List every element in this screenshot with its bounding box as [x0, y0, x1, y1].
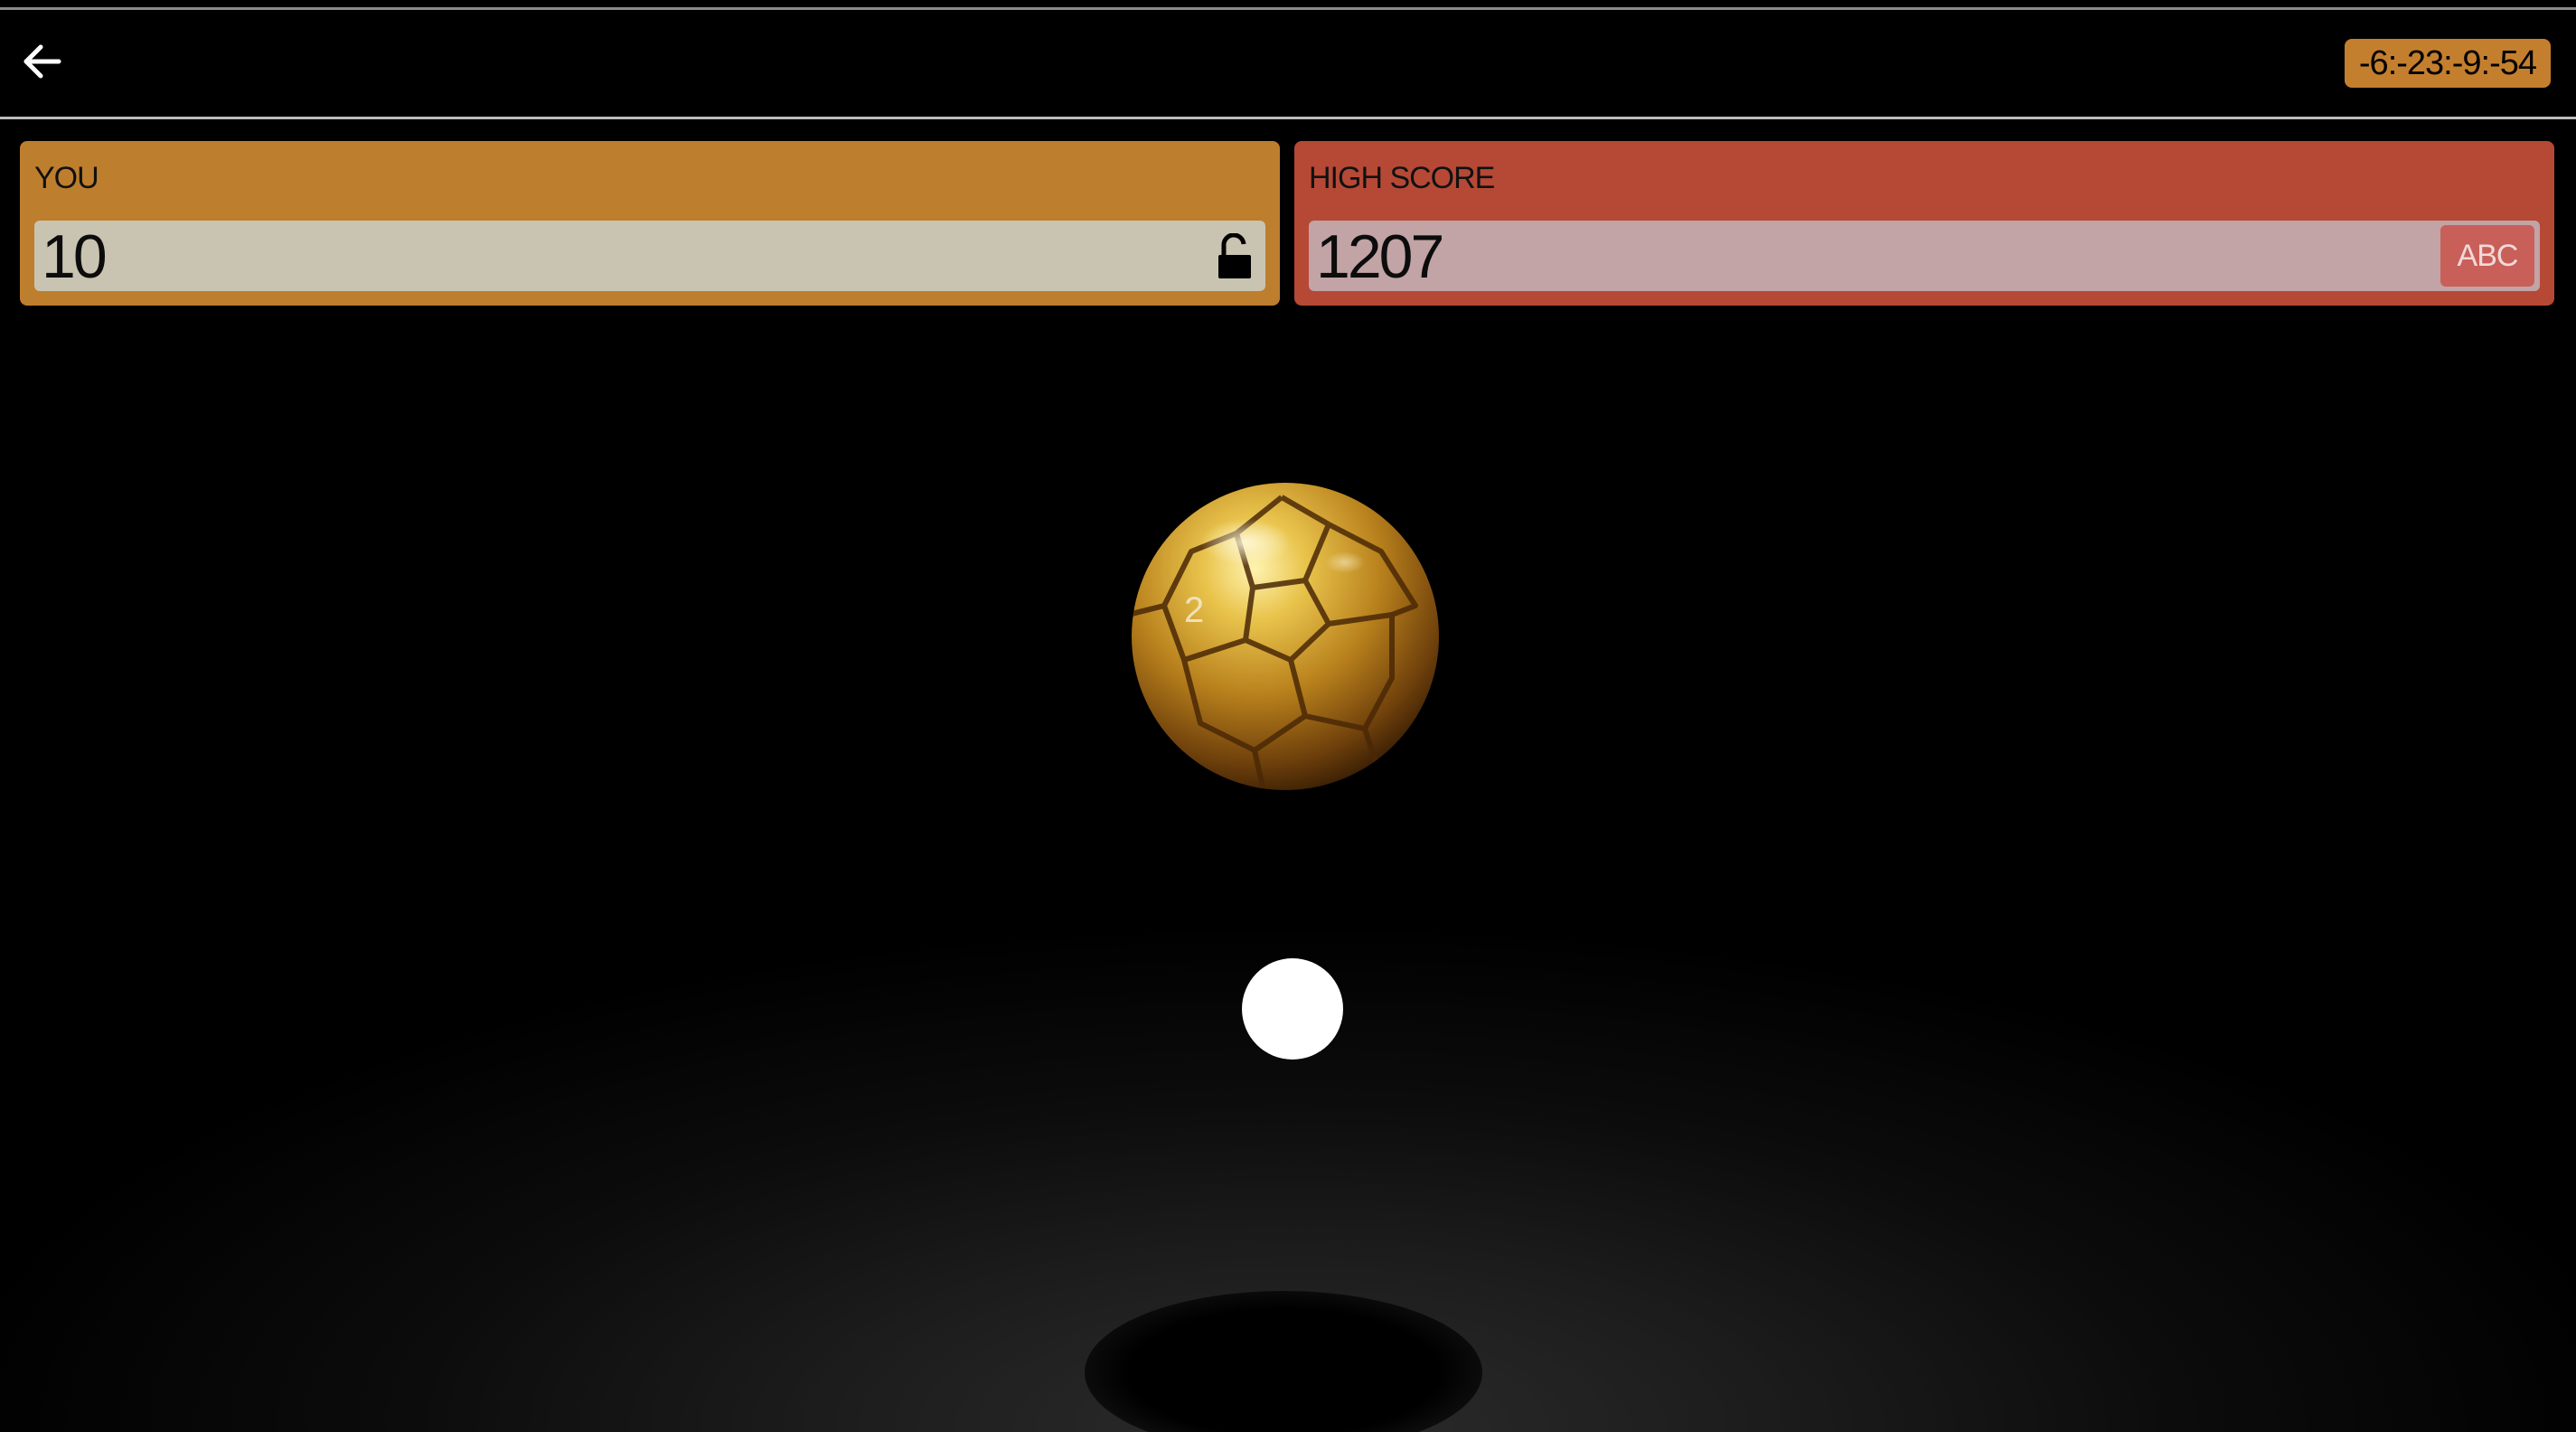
initials-button[interactable]: ABC — [2440, 225, 2534, 287]
player-label: YOU — [34, 161, 99, 195]
back-button[interactable] — [13, 33, 71, 90]
top-border — [0, 7, 2576, 10]
lock-open-icon[interactable] — [1213, 233, 1256, 280]
header-divider — [0, 117, 2576, 119]
gold-soccer-ball-icon[interactable]: 2 — [1128, 479, 1443, 794]
ball-logo: 2 — [1184, 590, 1204, 630]
high-score-panel: HIGH SCORE 1207 ABC — [1294, 141, 2554, 306]
game-stage: -6:-23:-9:-54 YOU 10 HIGH SCORE 1207 ABC — [0, 0, 2576, 1432]
arrow-left-icon — [24, 44, 61, 79]
player-score-panel: YOU 10 — [20, 141, 1280, 306]
high-score-field: 1207 ABC — [1309, 221, 2540, 291]
high-score-value: 1207 — [1316, 222, 1444, 291]
kick-target-dot[interactable] — [1242, 958, 1343, 1060]
high-score-label: HIGH SCORE — [1309, 161, 1495, 195]
player-score-field: 10 — [34, 221, 1265, 291]
countdown-timer: -6:-23:-9:-54 — [2344, 39, 2551, 88]
ball-shadow — [1085, 1291, 1482, 1432]
player-score-value: 10 — [42, 222, 108, 291]
